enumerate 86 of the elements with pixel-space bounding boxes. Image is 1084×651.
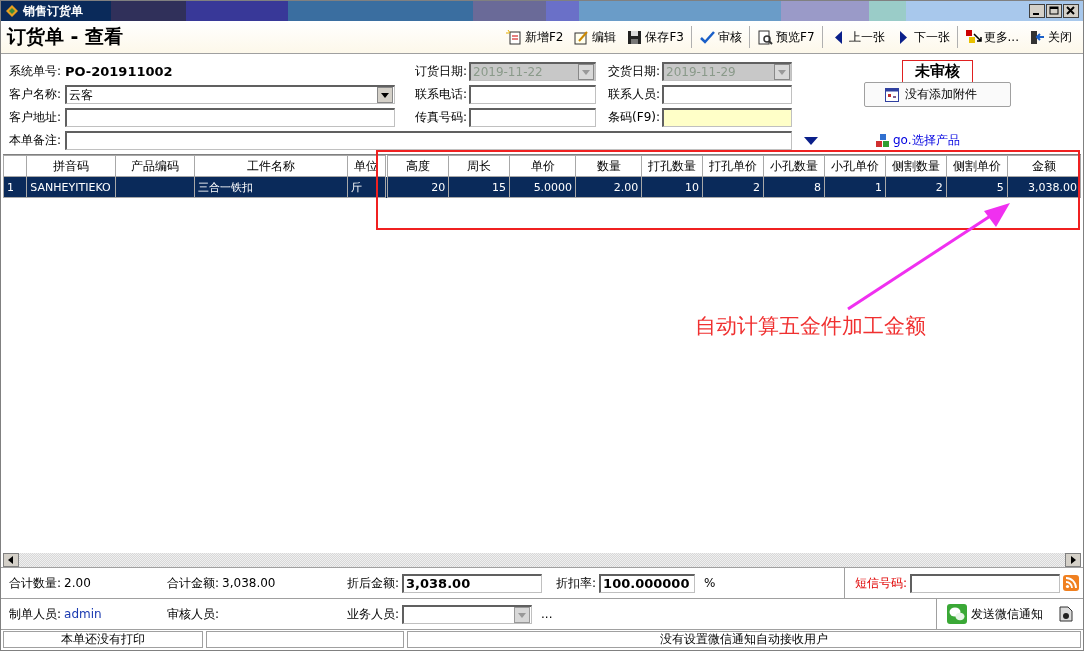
field-label: 传真号码: — [414, 109, 468, 126]
toolbar-button[interactable]: 审核 — [694, 26, 747, 48]
field-label: 制单人员: — [9, 605, 62, 623]
field-label: 本单备注: — [9, 132, 63, 149]
status-text: 没有设置微信通知自动接收用户 — [407, 631, 1081, 648]
row-number: 1 — [3, 176, 27, 198]
column-header[interactable]: 侧割单价 — [946, 155, 1008, 177]
field-label: 合计数量: — [9, 574, 62, 592]
input-field[interactable] — [469, 108, 596, 127]
annotation-text: 自动计算五金件加工金额 — [695, 313, 926, 340]
field-label: 客户名称: — [9, 86, 63, 103]
cubes-icon — [876, 133, 890, 148]
input-field[interactable] — [662, 85, 792, 104]
input-field[interactable] — [469, 85, 596, 104]
toolbar-button[interactable]: 编辑 — [568, 26, 622, 48]
horizontal-scrollbar[interactable] — [3, 553, 1081, 567]
salesman-dropdown[interactable] — [402, 604, 533, 624]
page-title: 订货单 - 查看 — [7, 24, 124, 49]
magnifier-document-icon — [757, 28, 774, 46]
column-header[interactable]: 高度 — [387, 155, 449, 177]
column-header[interactable]: 周长 — [448, 155, 510, 177]
down-triangle-icon — [804, 136, 818, 145]
field-label: 折后金额: — [347, 574, 400, 592]
toolbar-button[interactable]: 关闭 — [1024, 26, 1077, 48]
sms-number-field[interactable] — [910, 573, 1060, 593]
scroll-left-icon — [3, 553, 19, 567]
field-label: 折扣率: — [556, 574, 597, 592]
amount-field[interactable]: 3,038.00 — [402, 573, 543, 593]
column-header[interactable]: 金额 — [1007, 155, 1081, 177]
maximize-icon — [1046, 4, 1062, 18]
column-header[interactable]: 打孔单价 — [702, 155, 764, 177]
order-number: PO-201911002 — [65, 64, 174, 79]
attachment-button[interactable]: 没有添加附件 — [864, 82, 1011, 107]
toolbar-button[interactable]: 更多... — [959, 26, 1024, 48]
new-document-icon — [505, 28, 523, 46]
column-header[interactable]: 工件名称 — [194, 155, 348, 177]
column-header[interactable]: 单价 — [509, 155, 576, 177]
chat-bubbles-icon — [947, 604, 967, 624]
column-header[interactable]: 侧割数量 — [885, 155, 947, 177]
field-label: 联系电话: — [414, 86, 468, 103]
percent-label: % — [704, 576, 716, 590]
toolbar-button[interactable]: 新增F2 — [500, 26, 569, 48]
field-label: 订货日期: — [414, 63, 468, 80]
discount-rate-field[interactable]: 100.000000 — [599, 573, 696, 593]
field-label: 合计金额: — [167, 574, 220, 592]
field-label: 联系人员: — [607, 86, 661, 103]
input-field[interactable] — [65, 131, 792, 150]
app-logo-icon — [5, 4, 19, 18]
field-value: 2.00 — [64, 576, 91, 590]
field-label: 审核人员: — [167, 605, 220, 623]
status-text: 本单还没有打印 — [3, 631, 203, 648]
column-header[interactable]: 产品编码 — [115, 155, 195, 177]
more-button[interactable]: ... — [541, 607, 553, 621]
column-header[interactable]: 小孔单价 — [824, 155, 886, 177]
header-cell — [3, 155, 27, 177]
column-header[interactable]: 拼音码 — [26, 155, 116, 177]
column-header[interactable]: 打孔数量 — [641, 155, 703, 177]
field-label: 交货日期: — [607, 63, 661, 80]
barcode-field[interactable] — [662, 108, 792, 127]
wechat-notify-button[interactable]: 发送微信通知 — [947, 604, 1043, 624]
toolbar-button[interactable]: 下一张 — [889, 26, 955, 48]
input-field[interactable] — [65, 108, 395, 127]
column-header[interactable]: 数量 — [575, 155, 642, 177]
table-row[interactable]: 1 SANHEYITIEKO 三合一铁扣 斤 20 15 5.0000 2.00 10 2 8 1 2 5 3,038.00 — [3, 176, 1081, 198]
table-cell: 20 — [387, 176, 449, 198]
customer-dropdown[interactable]: 云客 — [65, 85, 395, 104]
minimize-icon — [1029, 4, 1045, 18]
shapes-arrow-icon — [964, 28, 982, 46]
field-label: 客户地址: — [9, 109, 63, 126]
field-label: 业务人员: — [347, 605, 400, 623]
rss-icon — [1063, 575, 1079, 591]
exit-door-icon — [1029, 28, 1046, 46]
window-title: 销售订货单 — [23, 2, 83, 20]
toolbar-button[interactable]: 保存F3 — [621, 26, 689, 48]
field-value: admin — [64, 607, 102, 621]
field-label: 短信号码: — [854, 574, 907, 592]
scroll-right-icon — [1065, 553, 1081, 567]
field-label: 系统单号: — [9, 63, 63, 80]
window-icon — [885, 87, 899, 102]
field-label: 条码(F9): — [608, 109, 661, 126]
toolbar-button[interactable]: 上一张 — [824, 26, 890, 48]
column-header[interactable]: 小孔数量 — [763, 155, 825, 177]
select-product-link[interactable]: go.选择产品 — [876, 132, 960, 149]
field-value: 3,038.00 — [222, 576, 276, 590]
toolbar-button[interactable]: 预览F7 — [752, 26, 820, 48]
close-icon — [1063, 4, 1079, 18]
